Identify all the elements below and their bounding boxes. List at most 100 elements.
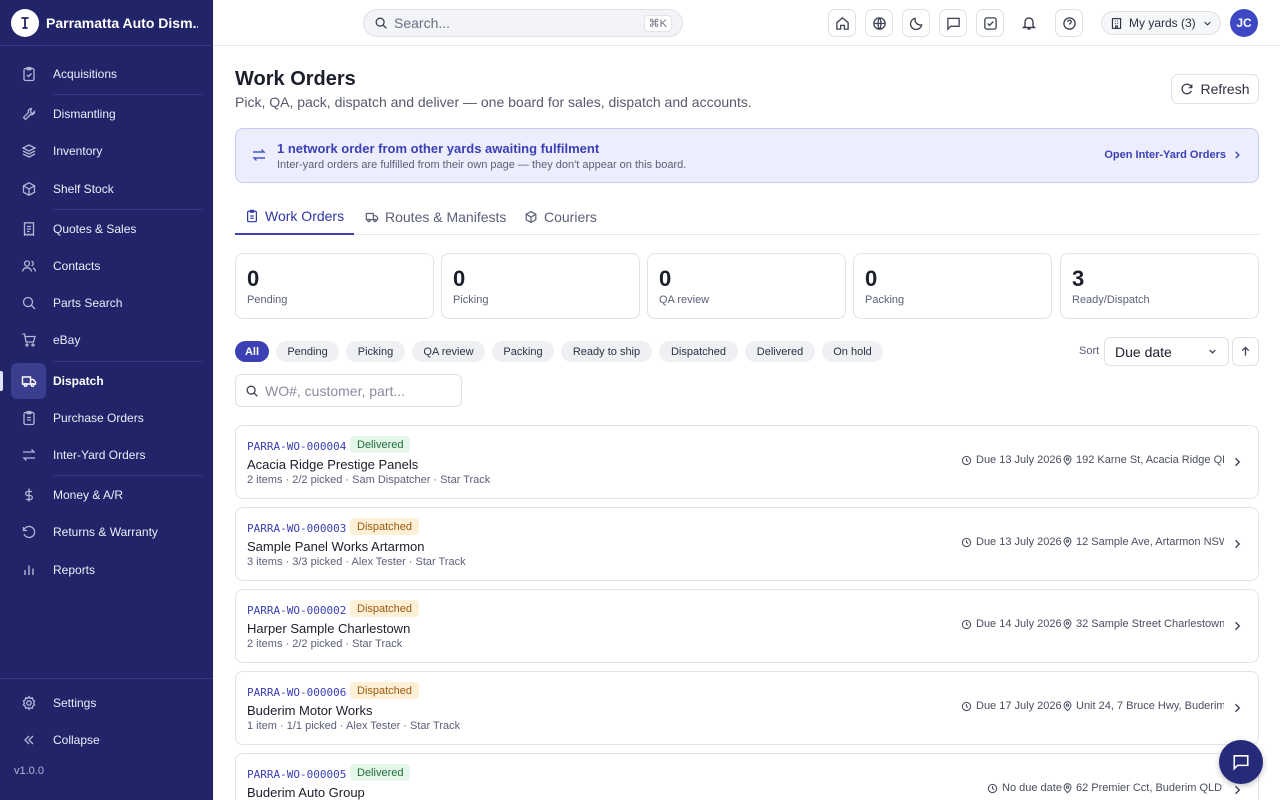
work-order-row[interactable]: PARRA-WO-000002 Dispatched Harper Sample… xyxy=(235,589,1259,663)
tab-work-orders[interactable]: Work Orders xyxy=(235,199,355,235)
sidebar-item-settings[interactable]: Settings xyxy=(11,685,203,721)
users-icon xyxy=(11,258,47,274)
sidebar-item-inter-yard-orders[interactable]: Inter-Yard Orders xyxy=(11,437,203,473)
sidebar-item-label: Dispatch xyxy=(53,374,104,388)
work-order-row[interactable]: PARRA-WO-000004 Delivered Acacia Ridge P… xyxy=(235,425,1259,499)
filter-chip-delivered[interactable]: Delivered xyxy=(745,341,815,362)
due-label: Due 13 July 2026 xyxy=(976,536,1062,548)
work-order-meta: 1 item · 1/1 picked · Alex Tester · Star… xyxy=(247,720,461,732)
sidebar-item-label: Purchase Orders xyxy=(53,411,144,425)
sidebar-item-reports[interactable]: Reports xyxy=(11,552,203,588)
stat-card-ready-dispatch[interactable]: 3 Ready/Dispatch xyxy=(1060,253,1259,319)
work-order-row[interactable]: PARRA-WO-000003 Dispatched Sample Panel … xyxy=(235,507,1259,581)
sidebar-item-label: Reports xyxy=(53,563,96,577)
tab-label: Couriers xyxy=(544,209,597,225)
help-button[interactable] xyxy=(1055,9,1083,37)
map-pin-icon xyxy=(1063,700,1072,711)
active-indicator xyxy=(0,371,3,391)
stat-card-pending[interactable]: 0 Pending xyxy=(235,253,434,319)
stat-card-packing[interactable]: 0 Packing xyxy=(853,253,1052,319)
stat-value: 0 xyxy=(659,266,672,291)
search-icon xyxy=(245,384,259,398)
sidebar-item-label: Returns & Warranty xyxy=(53,525,158,539)
sidebar-item-label: Dismantling xyxy=(53,107,116,121)
filter-chip-qa-review[interactable]: QA review xyxy=(412,341,485,362)
work-order-due: No due date xyxy=(987,782,1062,794)
open-inter-yard-orders-link[interactable]: Open Inter-Yard Orders xyxy=(1104,149,1242,161)
work-order-address: 62 Premier Cct, Buderim QLD xyxy=(1062,782,1224,794)
network-button[interactable] xyxy=(865,9,893,37)
help-circle-icon xyxy=(1062,16,1077,31)
sidebar-item-quotes-sales[interactable]: Quotes & Sales xyxy=(11,211,203,247)
stat-value: 0 xyxy=(247,266,260,291)
sidebar-item-parts-search[interactable]: Parts Search xyxy=(11,285,203,321)
work-order-due: Due 14 July 2026 xyxy=(961,618,1062,630)
filter-chip-ready-to-ship[interactable]: Ready to ship xyxy=(561,341,652,362)
sidebar-divider xyxy=(53,209,203,210)
sidebar-item-label: Shelf Stock xyxy=(53,182,114,196)
chevron-right-icon xyxy=(1226,150,1242,160)
sidebar-item-label: Collapse xyxy=(53,733,100,747)
brand[interactable]: Parramatta Auto Dism... xyxy=(0,0,213,46)
work-order-filter-input[interactable]: WO#, customer, part... xyxy=(235,374,462,407)
work-order-row[interactable]: PARRA-WO-000006 Dispatched Buderim Motor… xyxy=(235,671,1259,745)
search-icon xyxy=(11,295,47,311)
stat-card-picking[interactable]: 0 Picking xyxy=(441,253,640,319)
stat-value: 3 xyxy=(1072,266,1085,291)
arrow-up-icon xyxy=(1239,345,1252,358)
sidebar-item-money-ar[interactable]: Money & A/R xyxy=(11,477,203,513)
sidebar-item-returns-warranty[interactable]: Returns & Warranty xyxy=(11,514,203,550)
sidebar-item-purchase-orders[interactable]: Purchase Orders xyxy=(11,400,203,436)
messages-button[interactable] xyxy=(939,9,967,37)
stat-card-qa-review[interactable]: 0 QA review xyxy=(647,253,846,319)
work-order-address: 12 Sample Ave, Artarmon NSW xyxy=(1062,536,1224,548)
tab-label: Routes & Manifests xyxy=(385,209,507,225)
tasks-button[interactable] xyxy=(976,9,1004,37)
sidebar-item-inventory[interactable]: Inventory xyxy=(11,133,203,169)
sidebar-collapse-button[interactable]: Collapse xyxy=(11,722,203,758)
global-search-input[interactable]: Search... ⌘K xyxy=(363,9,683,37)
sidebar-item-dispatch[interactable]: Dispatch xyxy=(11,363,104,399)
banner-subtitle: Inter-yard orders are fulfilled from the… xyxy=(277,159,687,171)
filter-chip-pending[interactable]: Pending xyxy=(276,341,339,362)
filter-chip-picking[interactable]: Picking xyxy=(346,341,405,362)
sidebar-item-acquisitions[interactable]: Acquisitions xyxy=(11,56,203,92)
work-order-meta: 3 items · 3/3 picked · Alex Tester · Sta… xyxy=(247,556,466,568)
tab-routes-manifests[interactable]: Routes & Manifests xyxy=(355,199,516,235)
address-label: 192 Karne St, Acacia Ridge QLD xyxy=(1076,454,1224,466)
sidebar-item-ebay[interactable]: eBay xyxy=(11,322,203,358)
sidebar-item-dismantling[interactable]: Dismantling xyxy=(11,96,203,132)
home-button[interactable] xyxy=(828,9,856,37)
stat-label: Packing xyxy=(865,294,905,306)
dispatch-tabs: Work Orders Routes & Manifests Couriers xyxy=(235,199,1259,235)
work-order-row[interactable]: PARRA-WO-000005 Delivered Buderim Auto G… xyxy=(235,753,1259,800)
globe-icon xyxy=(872,16,887,31)
filter-chip-packing[interactable]: Packing xyxy=(492,341,554,362)
yards-selector[interactable]: My yards (3) xyxy=(1101,11,1221,35)
sort-direction-button[interactable] xyxy=(1232,337,1259,366)
user-avatar[interactable]: JC xyxy=(1230,9,1258,37)
sort-select[interactable]: Due date xyxy=(1104,337,1229,366)
filter-chip-dispatched[interactable]: Dispatched xyxy=(659,341,738,362)
package-icon xyxy=(524,210,538,224)
refresh-button[interactable]: Refresh xyxy=(1171,74,1259,104)
sidebar-item-contacts[interactable]: Contacts xyxy=(11,248,203,284)
status-badge: Dispatched xyxy=(350,518,420,535)
sidebar-footer-divider xyxy=(0,678,213,679)
banner-title: 1 network order from other yards awaitin… xyxy=(277,141,600,156)
work-order-due: Due 17 July 2026 xyxy=(961,700,1062,712)
filter-chip-on-hold[interactable]: On hold xyxy=(822,341,883,362)
clock-icon xyxy=(961,701,972,711)
theme-toggle-button[interactable] xyxy=(902,9,930,37)
sidebar-item-label: Contacts xyxy=(53,259,101,273)
tab-couriers[interactable]: Couriers xyxy=(514,199,607,235)
clock-icon xyxy=(961,619,972,629)
address-label: 32 Sample Street Charlestown xyxy=(1076,618,1224,630)
notifications-button[interactable] xyxy=(1015,9,1043,37)
filter-chip-all[interactable]: All xyxy=(235,341,269,362)
chat-launcher-button[interactable] xyxy=(1219,740,1263,784)
sidebar-item-label: Money & A/R xyxy=(53,488,124,502)
sidebar-divider xyxy=(53,94,203,95)
stat-label: Ready/Dispatch xyxy=(1072,294,1150,306)
sidebar-item-shelf-stock[interactable]: Shelf Stock xyxy=(11,171,203,207)
